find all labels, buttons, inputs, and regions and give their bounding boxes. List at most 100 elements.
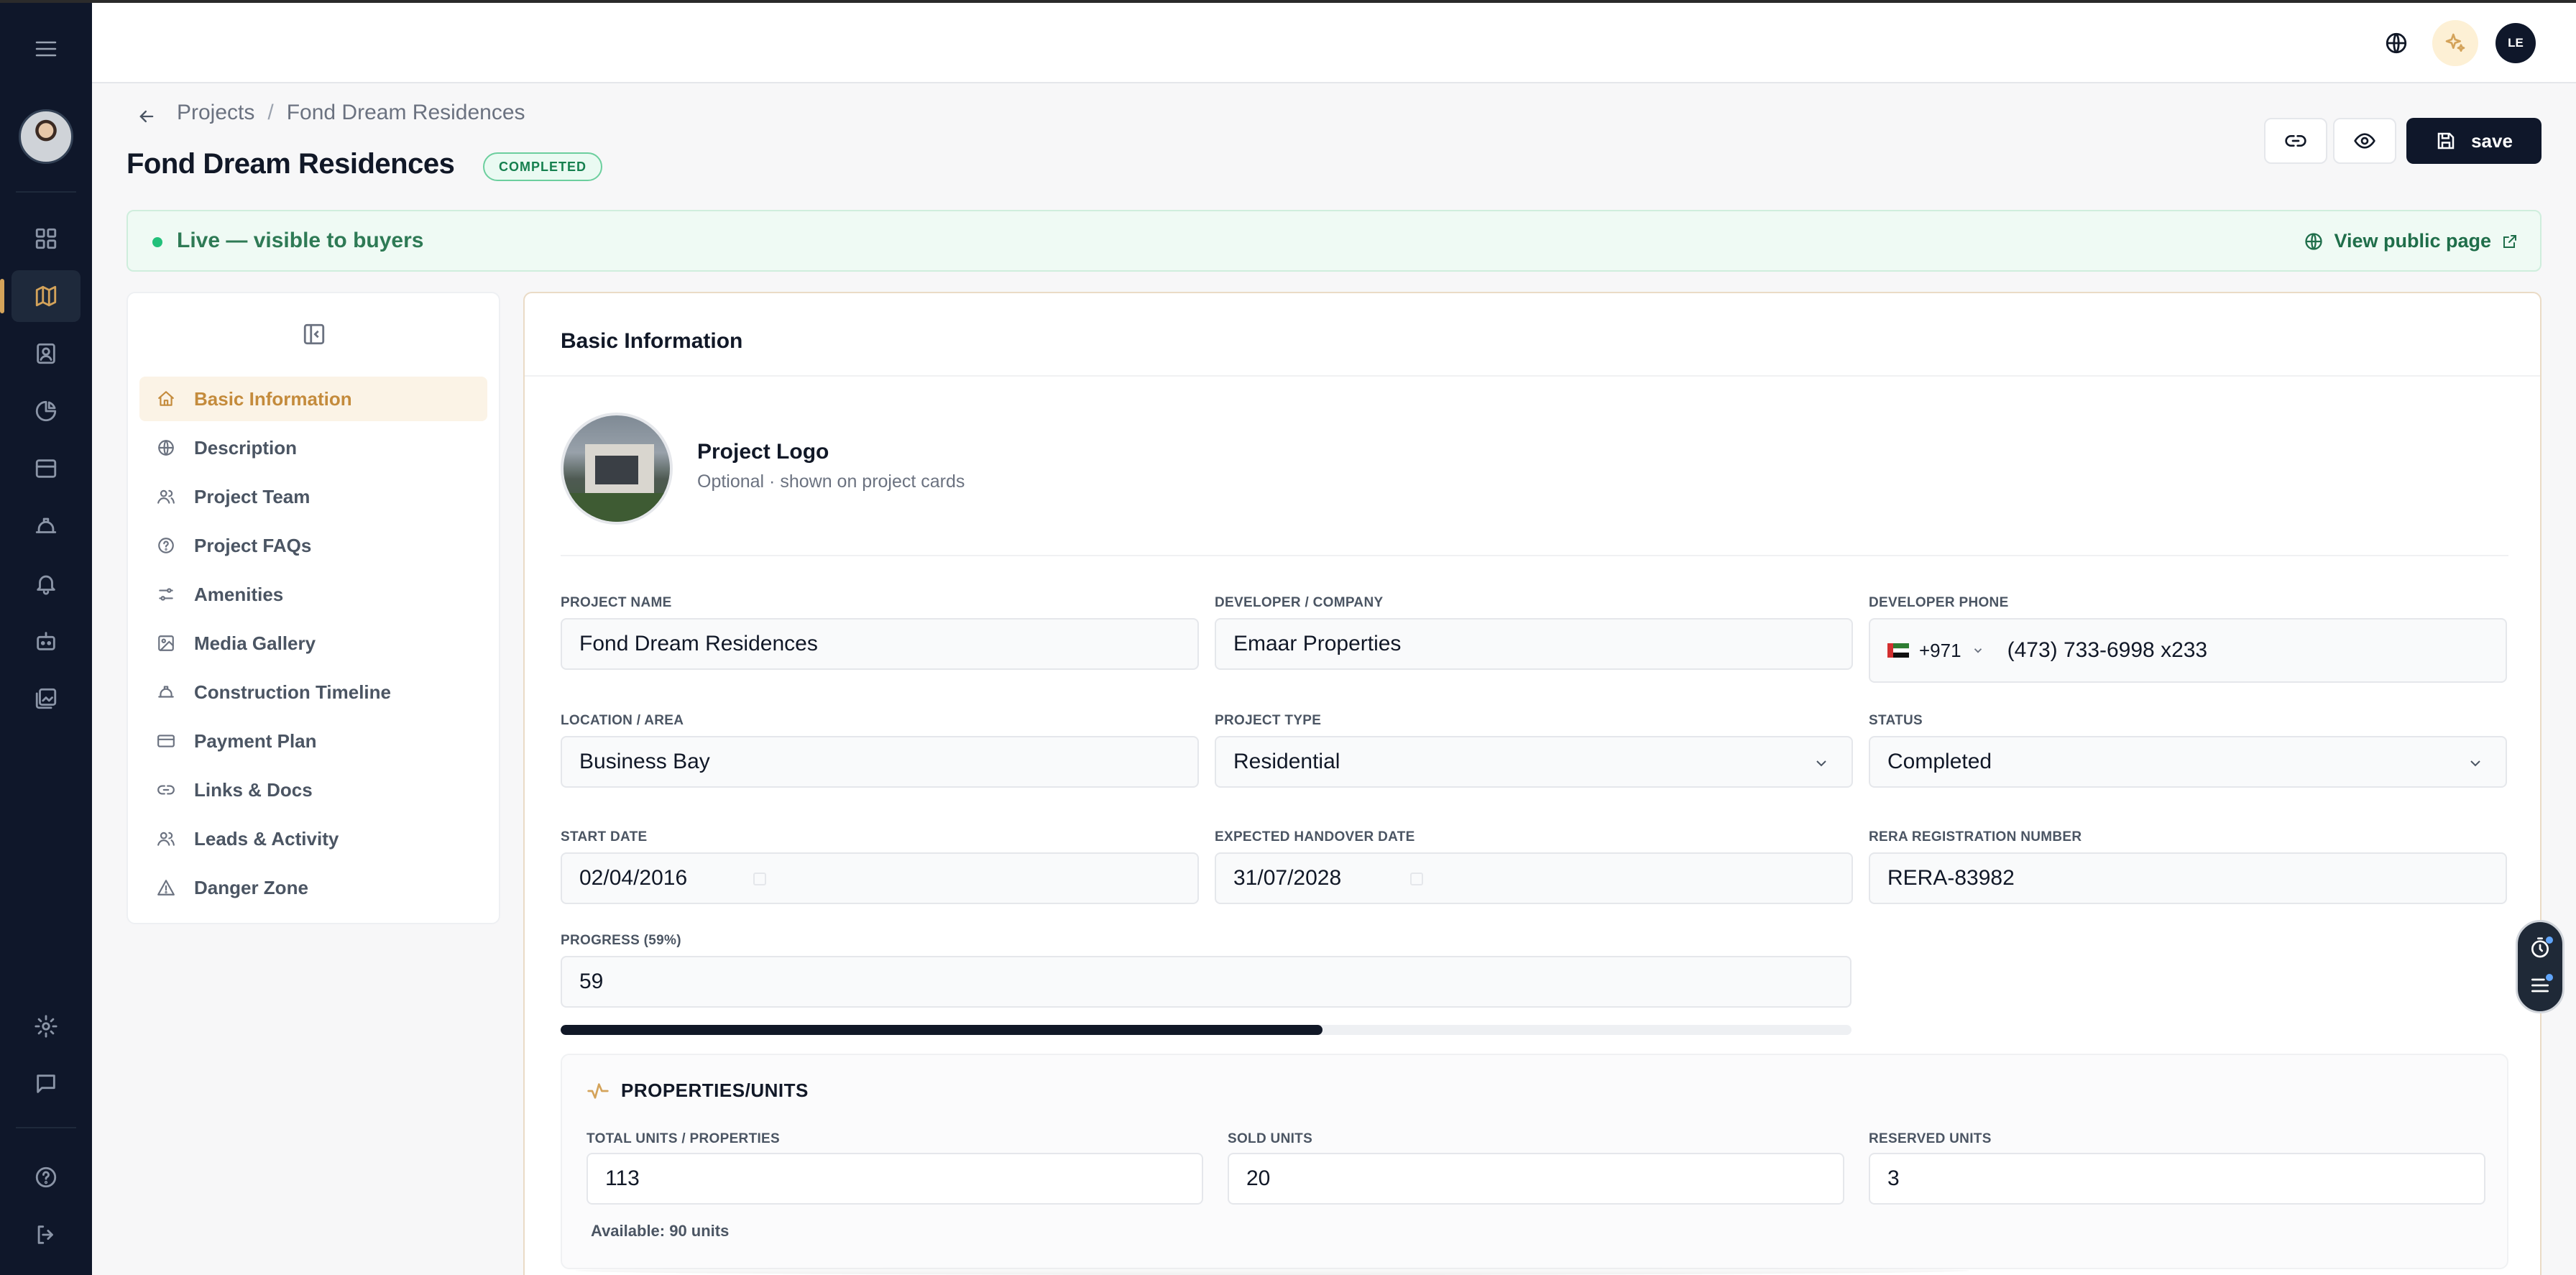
link-icon — [157, 785, 175, 795]
nav-item-danger-zone[interactable]: Danger Zone — [139, 865, 487, 910]
rail-projects-button[interactable] — [0, 270, 80, 322]
project-type-value: Residential — [1233, 750, 1340, 773]
developer-value: Emaar Properties — [1233, 632, 1402, 655]
rail-user-avatar[interactable] — [19, 109, 73, 164]
gear-icon — [34, 1015, 58, 1038]
collapse-sidebar-button[interactable] — [302, 322, 326, 346]
available-units-text: Available: 90 units — [591, 1222, 730, 1240]
bot-icon — [37, 632, 55, 650]
progress-input[interactable]: 59 — [561, 956, 1852, 1008]
calendar-icon[interactable] — [753, 873, 766, 885]
user-initials: LE — [2508, 36, 2524, 50]
globe-icon — [2386, 32, 2407, 54]
country-code-select[interactable]: +971 — [1919, 640, 1961, 662]
calendar-icon[interactable] — [1410, 873, 1423, 885]
section-nav: Basic Information Description Project Te… — [126, 292, 500, 924]
rail-divider — [16, 191, 76, 193]
location-label: LOCATION / AREA — [561, 713, 684, 728]
logo-divider — [561, 555, 2508, 556]
status-badge: COMPLETED — [483, 152, 603, 181]
users-icon — [157, 489, 175, 504]
nav-item-leads-activity[interactable]: Leads & Activity — [139, 816, 487, 861]
rera-value: RERA-83982 — [1887, 866, 2015, 890]
rail-contacts-button[interactable] — [12, 328, 80, 379]
rail-gallery-button[interactable] — [12, 673, 80, 724]
handover-date-input[interactable]: 31/07/2028 — [1215, 852, 1853, 904]
project-name-value: Fond Dream Residences — [579, 632, 818, 655]
arrow-left-icon — [139, 110, 154, 123]
developer-input[interactable]: Emaar Properties — [1215, 618, 1853, 670]
users-icon — [157, 832, 175, 846]
project-name-input[interactable]: Fond Dream Residences — [561, 618, 1199, 670]
breadcrumb-projects-link[interactable]: Projects — [177, 101, 254, 125]
user-avatar-button[interactable]: LE — [2496, 23, 2536, 63]
menu-toggle-button[interactable] — [29, 32, 63, 66]
status-label: STATUS — [1869, 713, 1923, 728]
project-type-select[interactable]: Residential — [1215, 736, 1853, 788]
location-input[interactable]: Business Bay — [561, 736, 1199, 788]
nav-item-basic-information[interactable]: Basic Information — [139, 377, 487, 421]
total-units-label: TOTAL UNITS / PROPERTIES — [586, 1131, 781, 1146]
project-name-label: PROJECT NAME — [561, 595, 672, 610]
uae-flag-icon — [1887, 643, 1909, 658]
rail-help-button[interactable] — [12, 1151, 80, 1203]
rail-analytics-button[interactable] — [12, 385, 80, 437]
rail-bot-button[interactable] — [12, 615, 80, 667]
chat-icon — [37, 1074, 55, 1093]
nav-item-label: Leads & Activity — [194, 827, 339, 850]
live-status-banner: Live — visible to buyers View public pag… — [126, 210, 2542, 272]
task-list-button[interactable] — [2524, 970, 2556, 1001]
timer-button[interactable] — [2524, 932, 2556, 964]
developer-phone-input[interactable]: +971 (473) 733-6998 x233 — [1869, 618, 2507, 683]
task-list-badge-dot — [2546, 974, 2553, 981]
save-label: save — [2471, 129, 2513, 152]
nav-item-description[interactable]: Description — [139, 425, 487, 470]
ai-assistant-button[interactable] — [2432, 20, 2478, 66]
view-public-page-label: View public page — [2334, 230, 2491, 252]
rail-notifications-button[interactable] — [12, 558, 80, 609]
nav-item-payment-plan[interactable]: Payment Plan — [139, 719, 487, 763]
save-button[interactable]: save — [2406, 118, 2542, 164]
nav-item-construction-timeline[interactable]: Construction Timeline — [139, 670, 487, 714]
floppy-disk-icon — [2437, 132, 2455, 149]
preview-button[interactable] — [2333, 118, 2396, 164]
sparkles-icon — [2445, 33, 2465, 52]
developer-phone-label: DEVELOPER PHONE — [1869, 595, 2009, 610]
view-public-page-link[interactable]: View public page — [2304, 230, 2518, 252]
card-title: Basic Information — [561, 329, 743, 353]
chevron-down-icon — [1816, 760, 1826, 767]
start-date-value: 02/04/2016 — [579, 866, 688, 890]
rail-messages-button[interactable] — [12, 1058, 80, 1110]
project-logo-upload[interactable] — [561, 413, 673, 525]
nav-item-media-gallery[interactable]: Media Gallery — [139, 621, 487, 666]
panel-collapse-icon — [303, 323, 325, 345]
start-date-input[interactable]: 02/04/2016 — [561, 852, 1199, 904]
rera-input[interactable]: RERA-83982 — [1869, 852, 2507, 904]
rail-settings-button[interactable] — [12, 1000, 80, 1052]
rail-inventory-button[interactable] — [12, 443, 80, 494]
nav-item-label: Basic Information — [194, 387, 352, 410]
nav-item-label: Project Team — [194, 485, 310, 507]
external-link-icon — [2503, 234, 2516, 248]
rail-construction-button[interactable] — [12, 500, 80, 552]
status-select[interactable]: Completed — [1869, 736, 2507, 788]
language-button[interactable] — [2380, 27, 2412, 59]
sold-units-input[interactable]: 20 — [1228, 1153, 1844, 1205]
nav-item-amenities[interactable]: Amenities — [139, 572, 487, 617]
rail-logout-button[interactable] — [12, 1209, 80, 1261]
reserved-units-input[interactable]: 3 — [1869, 1153, 2485, 1205]
nav-item-label: Payment Plan — [194, 729, 317, 752]
activity-icon — [587, 1083, 609, 1099]
progress-value: 59 — [579, 970, 604, 993]
total-units-value: 113 — [605, 1166, 640, 1190]
total-units-input[interactable]: 113 — [586, 1153, 1203, 1205]
copy-link-button[interactable] — [2264, 118, 2327, 164]
nav-item-links-docs[interactable]: Links & Docs — [139, 768, 487, 812]
back-button[interactable] — [132, 102, 161, 131]
start-date-label: START DATE — [561, 829, 648, 844]
credit-card-icon — [157, 735, 175, 747]
floating-tools-widget — [2516, 920, 2564, 1013]
nav-item-project-faqs[interactable]: Project FAQs — [139, 523, 487, 568]
rail-dashboard-button[interactable] — [12, 213, 80, 264]
nav-item-project-team[interactable]: Project Team — [139, 474, 487, 519]
